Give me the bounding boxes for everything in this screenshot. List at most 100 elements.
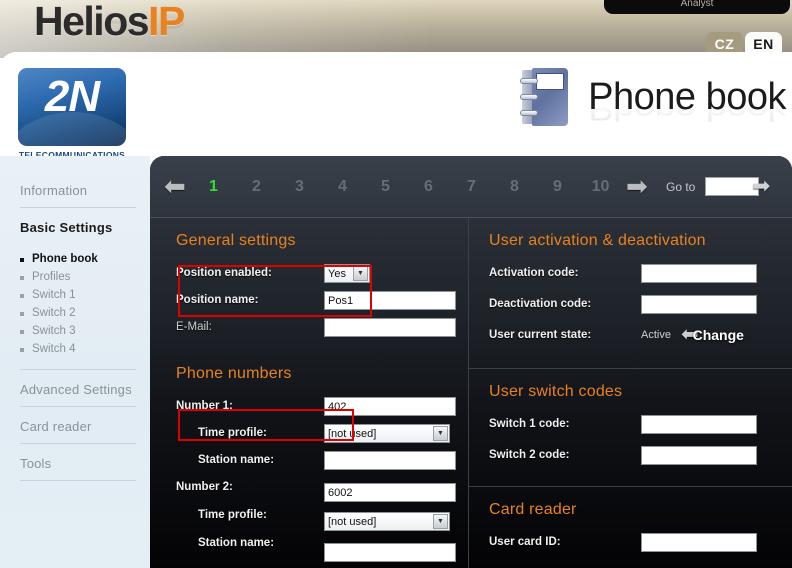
number-2-station-name-label: Station name: — [198, 537, 275, 549]
book-ring-icon — [520, 94, 539, 100]
pagination-page-2[interactable]: 2 — [235, 178, 278, 196]
number-2-time-profile-label: Time profile: — [198, 509, 267, 521]
page-title-wrap: Phone book — [520, 66, 786, 128]
lang-button-en-label: EN — [753, 36, 774, 52]
book-ring-icon — [520, 110, 539, 116]
sidebar-item-profiles-label: Profiles — [32, 271, 71, 283]
sidebar-group-basic-settings-label: Basic Settings — [20, 220, 113, 235]
header-band: 2N TELECOMMUNICATIONS Phone book Phone b… — [0, 52, 792, 164]
pagination-page-3[interactable]: 3 — [278, 178, 321, 196]
sidebar-divider — [20, 480, 136, 481]
2n-logo: 2N — [18, 68, 126, 146]
number-1-input[interactable] — [324, 396, 456, 416]
phone-numbers-title: Phone numbers — [176, 365, 292, 382]
number-2-label: Number 2: — [176, 481, 233, 493]
user-current-state-value: Active — [641, 329, 671, 341]
change-state-button[interactable]: ⬅ Change — [681, 324, 744, 345]
deactivation-code-input[interactable] — [641, 294, 757, 314]
number-1-station-name-input[interactable] — [324, 450, 456, 470]
sidebar-item-profiles[interactable]: Profiles — [20, 268, 136, 286]
sidebar-item-switch-4[interactable]: Switch 4 — [20, 340, 136, 358]
book-ring-icon — [520, 78, 539, 84]
position-enabled-label: Position enabled: — [176, 267, 272, 279]
sidebar-divider — [20, 443, 136, 444]
sidebar-group-advanced-settings[interactable]: Advanced Settings — [20, 379, 136, 406]
email-input[interactable] — [324, 317, 456, 337]
sidebar-group-card-reader[interactable]: Card reader — [20, 416, 136, 443]
number-2-input[interactable] — [324, 482, 456, 502]
phone-book-icon — [520, 66, 576, 128]
lang-button-cz-label: CZ — [714, 36, 735, 52]
pagination-page-6[interactable]: 6 — [407, 178, 450, 196]
sidebar-item-switch-3-label: Switch 3 — [32, 325, 76, 337]
helios-logo-suffix: IP — [148, 0, 185, 44]
sidebar-divider — [20, 207, 136, 208]
position-name-input[interactable] — [324, 290, 456, 310]
pagination-page-8[interactable]: 8 — [493, 178, 536, 196]
right-column: User activation & deactivation Activatio… — [468, 218, 792, 568]
chevron-down-icon: ▼ — [353, 265, 368, 281]
sidebar-item-switch-1[interactable]: Switch 1 — [20, 286, 136, 304]
pagination-page-4[interactable]: 4 — [321, 178, 364, 196]
switch-2-code-label: Switch 2 code: — [489, 449, 570, 461]
user-activation-title: User activation & deactivation — [489, 232, 706, 249]
switch-2-code-input[interactable] — [641, 445, 757, 465]
2n-logo-text: 2N — [44, 72, 100, 121]
general-settings-title: General settings — [176, 232, 296, 249]
switch-1-code-label: Switch 1 code: — [489, 418, 570, 430]
sidebar-group-tools-label: Tools — [20, 456, 52, 471]
page-title: Phone book — [588, 75, 786, 118]
sidebar-item-switch-2[interactable]: Switch 2 — [20, 304, 136, 322]
number-2-station-name-input[interactable] — [324, 542, 456, 562]
sidebar-group-basic-settings[interactable]: Basic Settings — [20, 217, 136, 244]
pagination-page-9[interactable]: 9 — [536, 178, 579, 196]
pagination-page-1[interactable]: 1 — [192, 178, 235, 196]
sidebar-item-switch-3[interactable]: Switch 3 — [20, 322, 136, 340]
sidebar-group-information[interactable]: Information — [20, 180, 136, 207]
chevron-down-icon: ▼ — [433, 513, 448, 529]
number-2-time-profile-select[interactable]: [not used] ▼ — [324, 511, 450, 531]
position-enabled-select[interactable]: Yes ▼ — [324, 263, 370, 283]
user-current-state-label: User current state: — [489, 329, 592, 341]
sidebar: Information Basic Settings Phone book Pr… — [0, 156, 150, 568]
sidebar-group-information-label: Information — [20, 183, 88, 198]
chevron-down-icon: ▼ — [433, 425, 448, 441]
section-divider — [469, 486, 792, 487]
sidebar-group-tools[interactable]: Tools — [20, 453, 136, 480]
sidebar-item-phone-book-label: Phone book — [32, 253, 98, 265]
panel-body: General settings Position enabled: Yes ▼… — [150, 218, 792, 568]
number-1-time-profile-value: [not used] — [328, 427, 377, 440]
pagination-next-arrow-icon[interactable]: ➡ — [626, 173, 654, 199]
pagination-page-7[interactable]: 7 — [450, 178, 493, 196]
deactivation-code-label: Deactivation code: — [489, 298, 592, 310]
pagination-page-5[interactable]: 5 — [364, 178, 407, 196]
sidebar-item-phone-book[interactable]: Phone book — [20, 250, 136, 268]
pagination-prev-arrow-icon[interactable]: ⬅ — [164, 173, 192, 199]
goto-submit-arrow-icon[interactable]: ➡ — [752, 174, 770, 197]
number-2-time-profile-value: [not used] — [328, 515, 377, 528]
browser-tab-label: Analyst — [680, 0, 714, 9]
pagination-page-10[interactable]: 10 — [579, 178, 622, 196]
number-1-station-name-label: Station name: — [198, 454, 275, 466]
number-1-time-profile-select[interactable]: [not used] ▼ — [324, 423, 450, 443]
sidebar-group-card-reader-label: Card reader — [20, 419, 92, 434]
user-switch-codes-title: User switch codes — [489, 383, 623, 400]
number-1-time-profile-label: Time profile: — [198, 427, 267, 439]
position-name-label: Position name: — [176, 294, 259, 306]
goto-label: Go to — [666, 179, 696, 194]
helios-ip-logo: HeliosIP — [34, 0, 185, 45]
sidebar-item-switch-2-label: Switch 2 — [32, 307, 76, 319]
sidebar-group-advanced-settings-label: Advanced Settings — [20, 382, 132, 397]
sidebar-divider — [20, 369, 136, 370]
email-label: E-Mail: — [176, 321, 212, 333]
sidebar-item-switch-4-label: Switch 4 — [32, 343, 76, 355]
helios-logo-text: Helios — [34, 0, 150, 44]
position-enabled-value: Yes — [328, 267, 346, 280]
user-card-id-input[interactable] — [641, 532, 757, 552]
browser-tab-analyst[interactable]: Analyst — [604, 0, 790, 14]
activation-code-input[interactable] — [641, 263, 757, 283]
switch-1-code-input[interactable] — [641, 414, 757, 434]
change-state-button-label: Change — [692, 327, 744, 343]
activation-code-label: Activation code: — [489, 267, 579, 279]
sidebar-item-switch-1-label: Switch 1 — [32, 289, 76, 301]
